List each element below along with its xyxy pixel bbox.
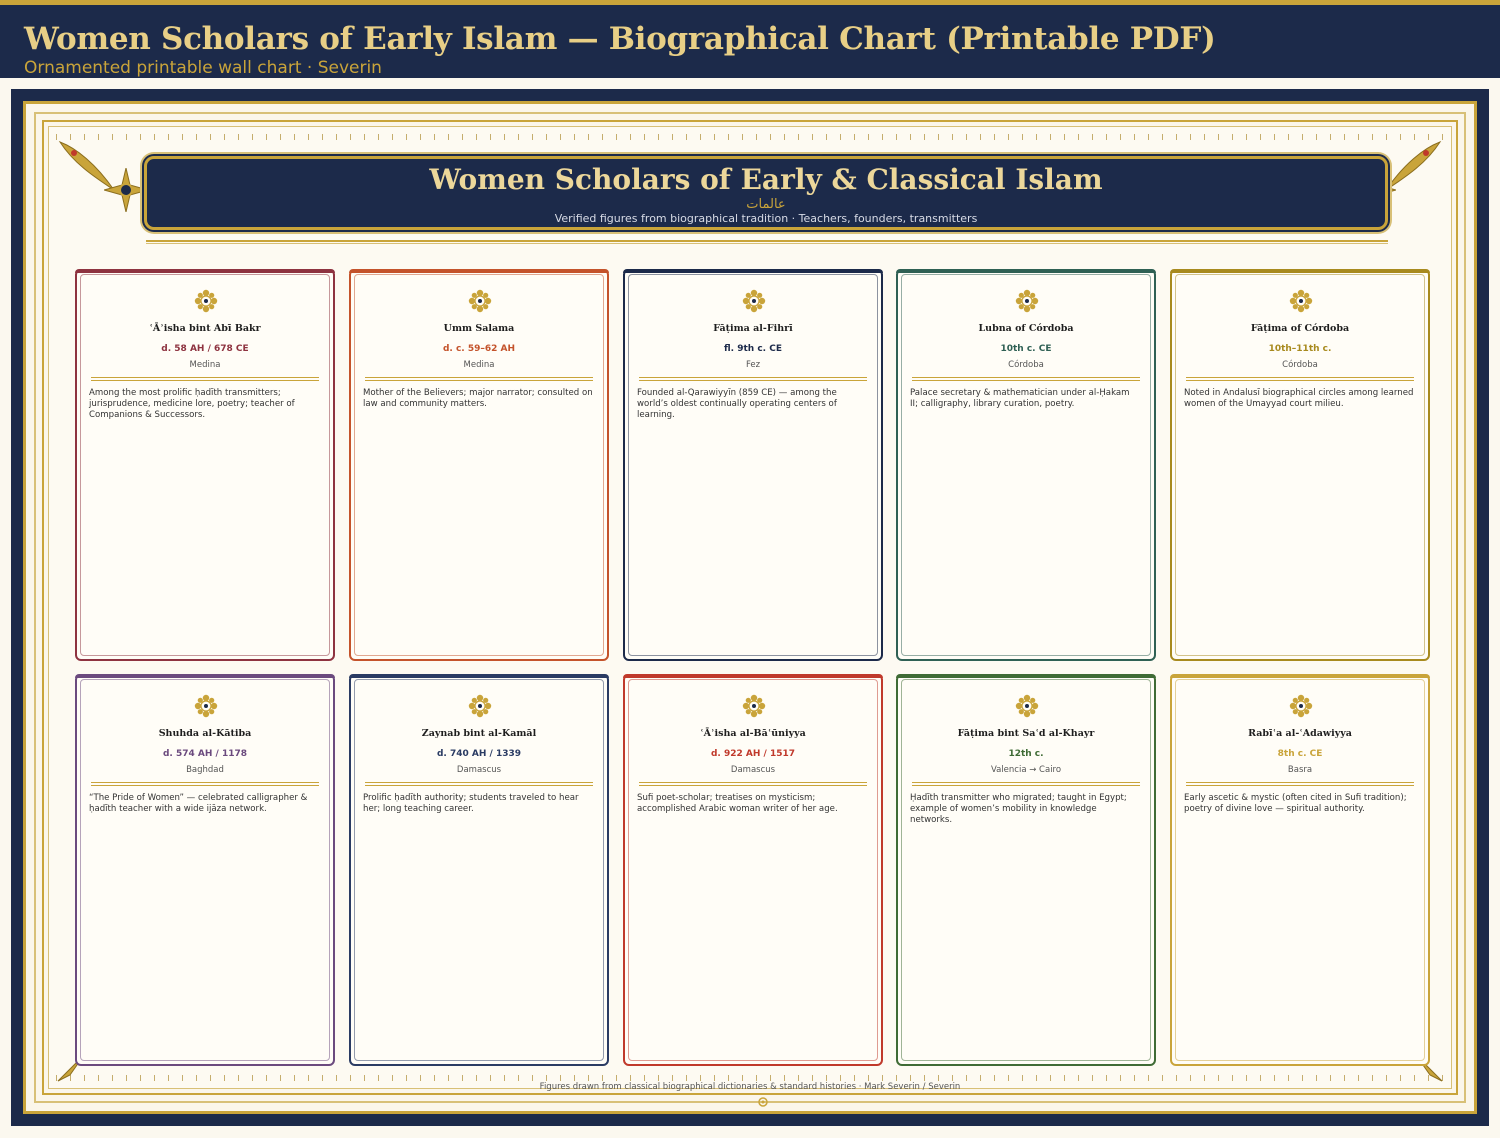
card-accent-bar (623, 269, 883, 273)
scholar-date: d. 574 AH / 1178 (162, 749, 247, 759)
footer-ornament-icon (758, 1097, 768, 1107)
star-ornament-icon (104, 168, 148, 212)
scholar-date: d. 922 AH / 1517 (710, 749, 795, 759)
scholar-date: fl. 9th c. CE (724, 344, 782, 354)
rosette-icon (1289, 289, 1313, 313)
scholar-description: Prolific ḥadīth authority; students trav… (363, 793, 579, 814)
scholar-place: Córdoba (1008, 360, 1044, 370)
scholar-card: Zaynab bint al-Kamāl d. 740 AH / 1339 Da… (349, 674, 609, 1066)
page-title: Women Scholars of Early Islam — Biograph… (24, 21, 1216, 57)
scholar-place: Córdoba (1282, 360, 1318, 370)
rosette-icon (468, 289, 492, 313)
scholar-place: Basra (1287, 765, 1313, 775)
scholar-card: Umm Salama d. c. 59–62 AH Medina Mother … (349, 269, 609, 661)
scholar-card: ʿĀʾisha al-Bāʿūniyya d. 922 AH / 1517 Da… (623, 674, 883, 1066)
scholar-name: Lubna of Córdoba (978, 323, 1074, 334)
scholar-name: ʿĀʾisha al-Bāʿūniyya (700, 728, 806, 739)
scholar-date: d. 58 AH / 678 CE (161, 344, 249, 354)
scholar-name: Rabīʿa al-ʿAdawiyya (1248, 728, 1352, 739)
card-divider (365, 377, 593, 381)
scholar-date: d. c. 59–62 AH (442, 344, 516, 354)
scholar-place: Fez (745, 360, 761, 370)
scholar-description: Ḥadīth transmitter who migrated; taught … (910, 793, 1127, 825)
scholar-place: Valencia → Cairo (990, 765, 1062, 775)
card-accent-bar (1170, 674, 1430, 678)
scholar-card: Fāṭima bint Saʿd al-Khayr 12th c. Valenc… (896, 674, 1156, 1066)
card-divider (1186, 782, 1414, 786)
scholar-date: 8th c. CE (1277, 749, 1323, 759)
scholar-card: Fāṭima al-Fihrī fl. 9th c. CE Fez Founde… (623, 269, 883, 661)
card-divider (91, 782, 319, 786)
scholar-date: d. 740 AH / 1339 (436, 749, 521, 759)
scholar-name: Umm Salama (443, 323, 515, 334)
rosette-icon (194, 694, 218, 718)
rosette-icon (194, 289, 218, 313)
card-accent-bar (1170, 269, 1430, 273)
scholar-name: Shuhda al-Kātiba (158, 728, 252, 739)
card-accent-bar (75, 269, 335, 273)
window-header: Women Scholars of Early Islam — Biograph… (0, 0, 1500, 78)
scholar-description: Early ascetic & mystic (often cited in S… (1184, 793, 1407, 814)
scholar-description: Mother of the Believers; major narrator;… (363, 388, 593, 409)
scholar-description: Founded al-Qarawiyyīn (859 CE) — among t… (637, 388, 837, 420)
scholar-description: Sufi poet-scholar; treatises on mysticis… (637, 793, 838, 814)
card-accent-bar (896, 674, 1156, 678)
scholar-name: ʿĀʾisha bint Abī Bakr (149, 323, 261, 334)
scholar-description: Palace secretary & mathematician under a… (910, 388, 1130, 409)
rosette-icon (1015, 289, 1039, 313)
card-accent-bar (349, 269, 609, 273)
scholar-name: Zaynab bint al-Kamāl (421, 728, 537, 739)
rosette-icon (1015, 694, 1039, 718)
scholar-date: 10th c. CE (1000, 344, 1052, 354)
poster-arabic-title: عالمات (746, 197, 786, 212)
scholar-name: Fāṭima al-Fihrī (713, 323, 793, 334)
scholar-place: Baghdad (186, 765, 224, 775)
card-divider (912, 782, 1140, 786)
poster-frame: Women Scholars of Early & Classical Isla… (23, 101, 1477, 1114)
poster: Women Scholars of Early & Classical Isla… (11, 89, 1489, 1126)
scholar-description: Noted in Andalusī biographical circles a… (1184, 388, 1414, 409)
scholar-place: Damascus (456, 765, 502, 775)
card-accent-bar (75, 674, 335, 678)
rosette-icon (742, 694, 766, 718)
rosette-icon (1289, 694, 1313, 718)
rosette-icon (742, 289, 766, 313)
card-accent-bar (896, 269, 1156, 273)
ornament-ruler-bottom (56, 1075, 1444, 1081)
page-subtitle: Ornamented printable wall chart · Severi… (24, 58, 382, 78)
card-accent-bar (623, 674, 883, 678)
card-divider (639, 377, 867, 381)
scholar-card: Lubna of Córdoba 10th c. CE Córdoba Pala… (896, 269, 1156, 661)
card-divider (365, 782, 593, 786)
scholar-card: Rabīʿa al-ʿAdawiyya 8th c. CE Basra Earl… (1170, 674, 1430, 1066)
banner-divider (146, 240, 1388, 244)
scholar-card: ʿĀʾisha bint Abī Bakr d. 58 AH / 678 CE … (75, 269, 335, 661)
card-divider (91, 377, 319, 381)
scholar-place: Medina (189, 360, 221, 370)
scholar-date: 12th c. (1008, 749, 1044, 759)
scholar-card: Fāṭima of Córdoba 10th–11th c. Córdoba N… (1170, 269, 1430, 661)
ornament-ruler-top (56, 134, 1444, 140)
poster-title: Women Scholars of Early & Classical Isla… (429, 163, 1103, 196)
card-accent-bar (349, 674, 609, 678)
scholar-date: 10th–11th c. (1268, 344, 1332, 354)
scholar-description: “The Pride of Women” — celebrated callig… (89, 793, 308, 814)
poster-subtitle: Verified figures from biographical tradi… (554, 212, 978, 225)
scholar-place: Damascus (730, 765, 776, 775)
card-divider (639, 782, 867, 786)
poster-footer: Figures drawn from classical biographica… (539, 1082, 961, 1092)
card-divider (1186, 377, 1414, 381)
card-divider (912, 377, 1140, 381)
scholar-name: Fāṭima bint Saʿd al-Khayr (957, 728, 1095, 739)
scholar-name: Fāṭima of Córdoba (1250, 323, 1350, 334)
scholar-description: Among the most prolific ḥadīth transmitt… (89, 388, 295, 420)
poster-banner: Women Scholars of Early & Classical Isla… (144, 156, 1388, 230)
rosette-icon (468, 694, 492, 718)
scholar-place: Medina (463, 360, 495, 370)
scholar-card: Shuhda al-Kātiba d. 574 AH / 1178 Baghda… (75, 674, 335, 1066)
